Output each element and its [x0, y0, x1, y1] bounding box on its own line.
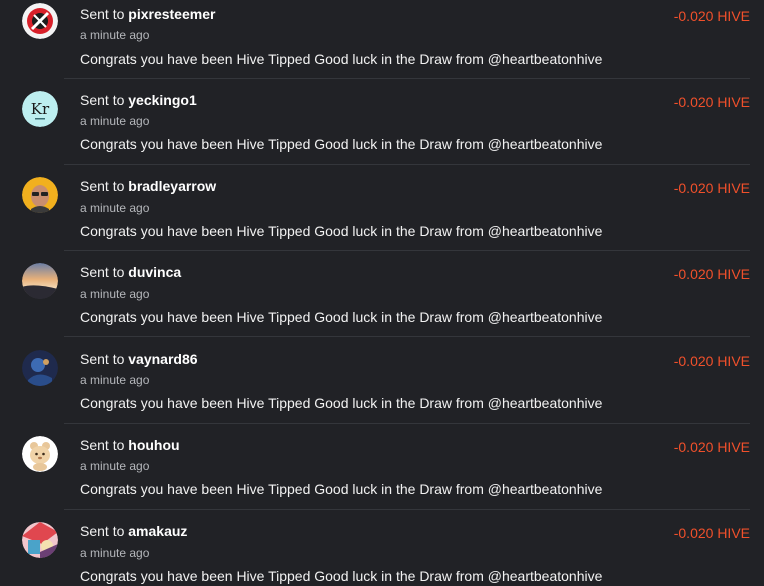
- sent-to-label: Sent to: [80, 437, 125, 453]
- transfer-timestamp: a minute ago: [80, 114, 150, 128]
- krypton-element-avatar[interactable]: Kr: [22, 91, 58, 127]
- transfer-title: Sent to vaynard86: [80, 351, 198, 367]
- transfer-memo: Congrats you have been Hive Tipped Good …: [80, 223, 603, 239]
- recipient-username-link[interactable]: pixresteemer: [128, 6, 215, 22]
- transfer-amount: -0.020 HIVE: [673, 94, 750, 110]
- recipient-username-link[interactable]: amakauz: [128, 523, 187, 539]
- man-with-glasses-avatar[interactable]: [22, 177, 58, 213]
- recipient-username-link[interactable]: duvinca: [128, 264, 181, 280]
- transfer-row: Sent to pixresteemer a minute ago Congra…: [0, 0, 764, 79]
- row-divider: [64, 336, 750, 337]
- transfer-timestamp: a minute ago: [80, 459, 150, 473]
- sent-to-label: Sent to: [80, 92, 125, 108]
- transfer-amount: -0.020 HIVE: [673, 266, 750, 282]
- transfer-memo: Congrats you have been Hive Tipped Good …: [80, 395, 603, 411]
- transfer-title: Sent to pixresteemer: [80, 6, 215, 22]
- transfer-memo: Congrats you have been Hive Tipped Good …: [80, 481, 603, 497]
- transfer-memo: Congrats you have been Hive Tipped Good …: [80, 309, 603, 325]
- transfer-timestamp: a minute ago: [80, 546, 150, 560]
- transfer-row: Sent to duvinca a minute ago Congrats yo…: [0, 251, 764, 337]
- transfer-row: Sent to amakauz a minute ago Congrats yo…: [0, 510, 764, 586]
- cartoon-bear-avatar[interactable]: [22, 436, 58, 472]
- transfer-title: Sent to bradleyarrow: [80, 178, 216, 194]
- sunset-landscape-avatar[interactable]: [22, 263, 58, 299]
- red-white-logo-avatar[interactable]: [22, 3, 58, 39]
- sent-to-label: Sent to: [80, 178, 125, 194]
- transfer-row: Sent to vaynard86 a minute ago Congrats …: [0, 338, 764, 424]
- transfer-amount: -0.020 HIVE: [673, 180, 750, 196]
- recipient-username-link[interactable]: vaynard86: [128, 351, 197, 367]
- transfer-amount: -0.020 HIVE: [673, 525, 750, 541]
- colorful-collage-avatar[interactable]: [22, 522, 58, 558]
- transfer-row: Kr Sent to yeckingo1 a minute ago Congra…: [0, 79, 764, 165]
- recipient-username-link[interactable]: bradleyarrow: [128, 178, 216, 194]
- transfer-timestamp: a minute ago: [80, 287, 150, 301]
- transfer-title: Sent to duvinca: [80, 264, 181, 280]
- sent-to-label: Sent to: [80, 6, 125, 22]
- sent-to-label: Sent to: [80, 264, 125, 280]
- recipient-username-link[interactable]: yeckingo1: [128, 92, 196, 108]
- transfer-title: Sent to yeckingo1: [80, 92, 197, 108]
- sent-to-label: Sent to: [80, 523, 125, 539]
- transfer-row: Sent to houhou a minute ago Congrats you…: [0, 424, 764, 510]
- recipient-username-link[interactable]: houhou: [128, 437, 179, 453]
- transfer-timestamp: a minute ago: [80, 28, 150, 42]
- transfer-memo: Congrats you have been Hive Tipped Good …: [80, 51, 603, 67]
- transfer-title: Sent to houhou: [80, 437, 180, 453]
- transfer-title: Sent to amakauz: [80, 523, 187, 539]
- transfer-history-list: Sent to pixresteemer a minute ago Congra…: [0, 0, 764, 586]
- svg-text:Kr: Kr: [31, 100, 50, 118]
- transfer-amount: -0.020 HIVE: [673, 353, 750, 369]
- transfer-memo: Congrats you have been Hive Tipped Good …: [80, 568, 603, 584]
- transfer-memo: Congrats you have been Hive Tipped Good …: [80, 136, 603, 152]
- transfer-row: Sent to bradleyarrow a minute ago Congra…: [0, 165, 764, 251]
- sent-to-label: Sent to: [80, 351, 125, 367]
- transfer-timestamp: a minute ago: [80, 373, 150, 387]
- transfer-amount: -0.020 HIVE: [673, 439, 750, 455]
- blue-character-avatar[interactable]: [22, 350, 58, 386]
- transfer-timestamp: a minute ago: [80, 201, 150, 215]
- transfer-amount: -0.020 HIVE: [673, 8, 750, 24]
